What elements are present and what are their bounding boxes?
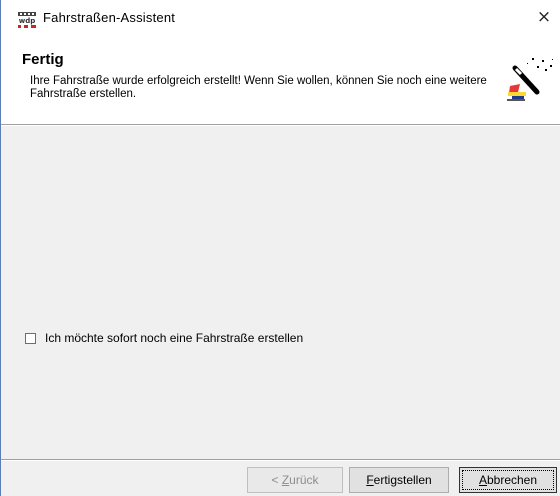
back-button[interactable]: < Zurück bbox=[247, 467, 343, 493]
finish-button-mnemonic: F bbox=[366, 473, 374, 487]
wizard-header: Fertig Ihre Fahrstraße wurde erfolgreich… bbox=[1, 36, 560, 125]
window-title: Fahrstraßen-Assistent bbox=[43, 10, 176, 25]
create-another-checkbox[interactable] bbox=[25, 332, 36, 344]
button-bar-separator bbox=[1, 459, 560, 461]
svg-text:wdp: wdp bbox=[19, 17, 36, 25]
page-title: Fertig bbox=[22, 51, 64, 68]
wizard-window: wdp Fahrstraßen-Assistent × Fertig Ihre … bbox=[0, 0, 560, 496]
back-button-prefix: < bbox=[271, 473, 282, 487]
focus-rectangle bbox=[462, 470, 554, 490]
wdp-app-icon: wdp bbox=[17, 11, 37, 29]
close-icon[interactable]: × bbox=[530, 4, 558, 30]
create-another-option[interactable]: Ich möchte sofort noch eine Fahrstraße e… bbox=[25, 331, 303, 345]
title-bar: wdp Fahrstraßen-Assistent × bbox=[1, 0, 560, 36]
magic-wand-icon bbox=[507, 58, 553, 101]
create-another-label[interactable]: Ich möchte sofort noch eine Fahrstraße e… bbox=[45, 331, 303, 345]
finish-button-label: ertigstellen bbox=[373, 473, 432, 487]
cancel-button[interactable]: Abbrechen bbox=[459, 467, 557, 493]
finish-button[interactable]: Fertigstellen bbox=[349, 467, 449, 493]
back-button-label: urück bbox=[289, 473, 319, 487]
page-description: Ihre Fahrstraße wurde erfolgreich erstel… bbox=[30, 75, 487, 100]
